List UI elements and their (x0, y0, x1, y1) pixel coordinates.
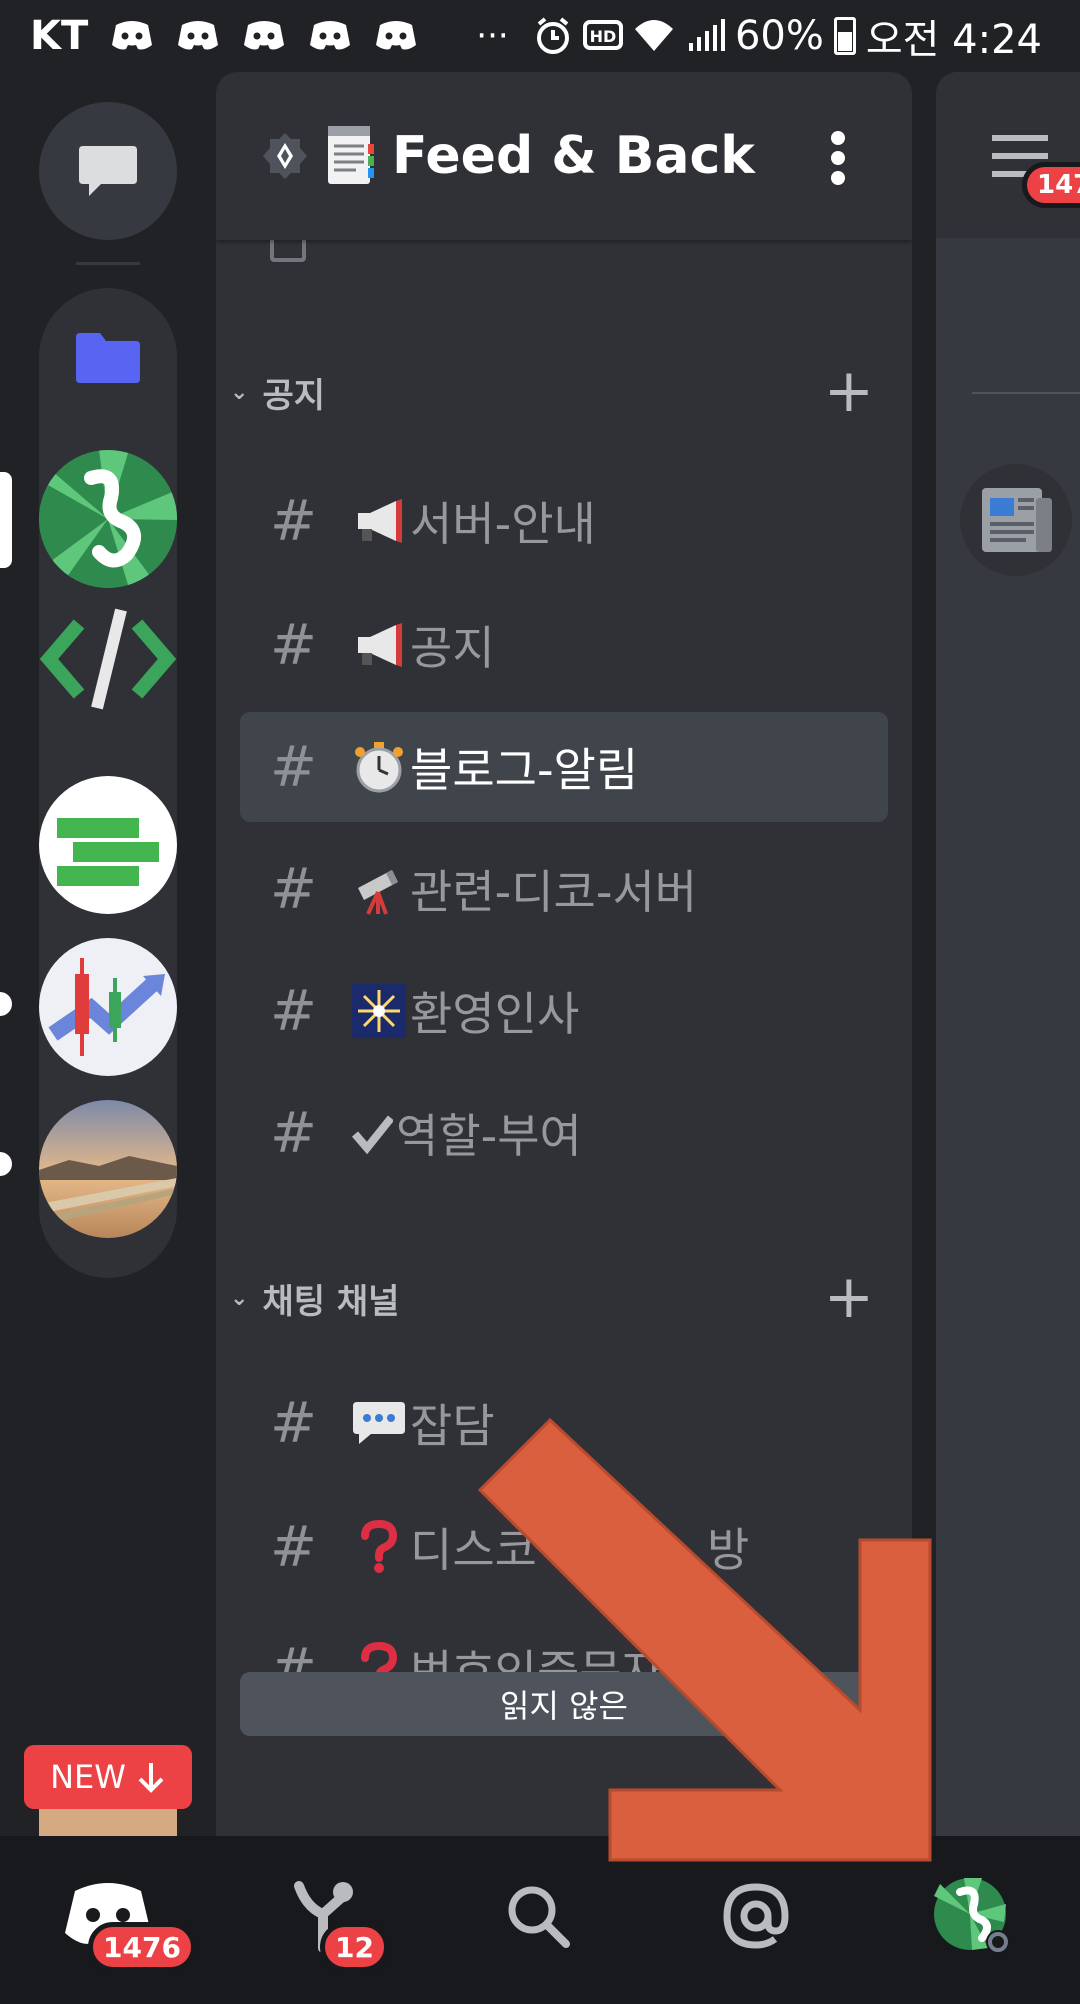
hash-icon: # (270, 734, 317, 800)
hash-icon: # (270, 1514, 317, 1580)
peek-divider (972, 392, 1080, 394)
tab-home[interactable]: 1476 (58, 1866, 196, 1972)
status-bar: KT ··· HD 60% 오전 4:24 (0, 0, 1080, 72)
notepad-icon (328, 126, 374, 184)
community-badge-icon (263, 133, 307, 179)
chevron-down-icon: ⌄ (230, 1285, 249, 1311)
battery-icon (833, 17, 856, 55)
hash-icon: # (270, 488, 317, 554)
unread-indicator (0, 1152, 12, 1176)
chat-peek-panel[interactable]: 1476 (936, 72, 1080, 1836)
checkmark-icon (350, 1104, 394, 1162)
channel-blog-alerts[interactable]: # 블로그-알림 (240, 712, 888, 822)
tab-profile[interactable] (922, 1866, 1022, 1966)
discord-notification-icon (244, 21, 285, 50)
hash-icon: # (270, 856, 317, 922)
newspaper-icon (960, 464, 1072, 576)
chat-peek-header: 1476 (936, 72, 1080, 238)
megaphone-icon (350, 616, 408, 674)
server-icon[interactable] (39, 938, 177, 1076)
friends-unread-badge: 12 (320, 1922, 389, 1972)
category-label: 공지 (262, 375, 325, 416)
server-icon[interactable] (39, 1100, 177, 1238)
hash-icon: # (270, 612, 317, 678)
speech-bubble-icon (350, 1394, 408, 1452)
stopwatch-icon (350, 738, 408, 796)
tab-mentions[interactable] (706, 1866, 806, 1966)
server-icon[interactable] (39, 450, 177, 588)
server-icon[interactable] (39, 590, 177, 728)
discord-notification-icon (310, 21, 351, 50)
direct-messages-button[interactable] (39, 102, 177, 240)
chat-bubble-icon (79, 146, 137, 196)
channel-name: 관련-디코-서버 (410, 865, 698, 919)
add-channel-icon[interactable]: + (824, 361, 874, 421)
wifi-icon (634, 20, 673, 51)
telescope-icon (350, 860, 408, 918)
channel-name: 블로그-알림 (410, 743, 639, 797)
signal-icon (688, 19, 725, 51)
selected-server-indicator (0, 472, 12, 568)
carrier-label: KT (30, 13, 89, 59)
svg-text:HD: HD (590, 27, 617, 46)
server-name: Feed & Back (392, 126, 755, 186)
server-icon[interactable] (39, 776, 177, 914)
channel-related-servers[interactable]: # 관련-디코-서버 (240, 834, 888, 944)
server-header[interactable]: Feed & Back (216, 72, 912, 240)
folder-icon[interactable] (39, 288, 177, 426)
tab-friends[interactable]: 12 (274, 1866, 389, 1972)
peek-unread-badge: 1476 (1022, 162, 1080, 208)
hd-voice-icon: HD (582, 20, 623, 50)
new-unread-servers-badge[interactable]: NEW (24, 1745, 192, 1809)
avatar (934, 1878, 1010, 1954)
more-options-icon[interactable] (830, 130, 846, 186)
channel-name: 서버-안내 (410, 497, 596, 551)
alarm-icon (536, 17, 569, 54)
annotation-arrow (477, 1417, 932, 1862)
mention-icon (723, 1883, 789, 1949)
unread-indicator (0, 992, 12, 1016)
arrow-down-icon (138, 1763, 164, 1793)
hash-icon: # (270, 1390, 317, 1456)
channel-name: 환영인사 (410, 987, 580, 1041)
new-badge-label: NEW (50, 1758, 126, 1796)
discord-notification-icon (112, 21, 153, 50)
home-unread-badge: 1476 (88, 1922, 196, 1972)
category-label: 채팅 채널 (262, 1281, 400, 1322)
search-icon (508, 1886, 570, 1948)
category-chat[interactable]: ⌄ 채팅 채널 + (216, 1267, 912, 1328)
hash-icon: # (270, 978, 317, 1044)
channel-name: 공지 (410, 621, 495, 675)
channel-server-guide[interactable]: # 서버-안내 (240, 466, 888, 576)
tab-search[interactable] (488, 1866, 588, 1966)
server-rail: NEW (0, 72, 216, 1836)
channel-name: 역할-부여 (396, 1109, 582, 1163)
firework-icon (350, 982, 408, 1040)
category-notice[interactable]: ⌄ 공지 + (216, 361, 912, 422)
rail-divider (76, 262, 140, 265)
battery-percentage: 60% (734, 13, 824, 59)
hash-icon: # (270, 1100, 317, 1166)
channel-welcome[interactable]: # 환영인사 (240, 956, 888, 1066)
clock: 오전 4:24 (865, 17, 1042, 63)
channel-notice[interactable]: # 공지 (240, 590, 888, 700)
megaphone-icon (350, 492, 408, 550)
discord-notification-icon (178, 21, 219, 50)
channel-role-assign[interactable]: # 역할-부여 (240, 1078, 888, 1188)
discord-notification-icon (376, 21, 417, 50)
question-icon (350, 1518, 408, 1576)
more-notifications-icon: ··· (476, 16, 509, 56)
add-channel-icon[interactable]: + (824, 1267, 874, 1327)
chevron-down-icon: ⌄ (230, 379, 249, 405)
